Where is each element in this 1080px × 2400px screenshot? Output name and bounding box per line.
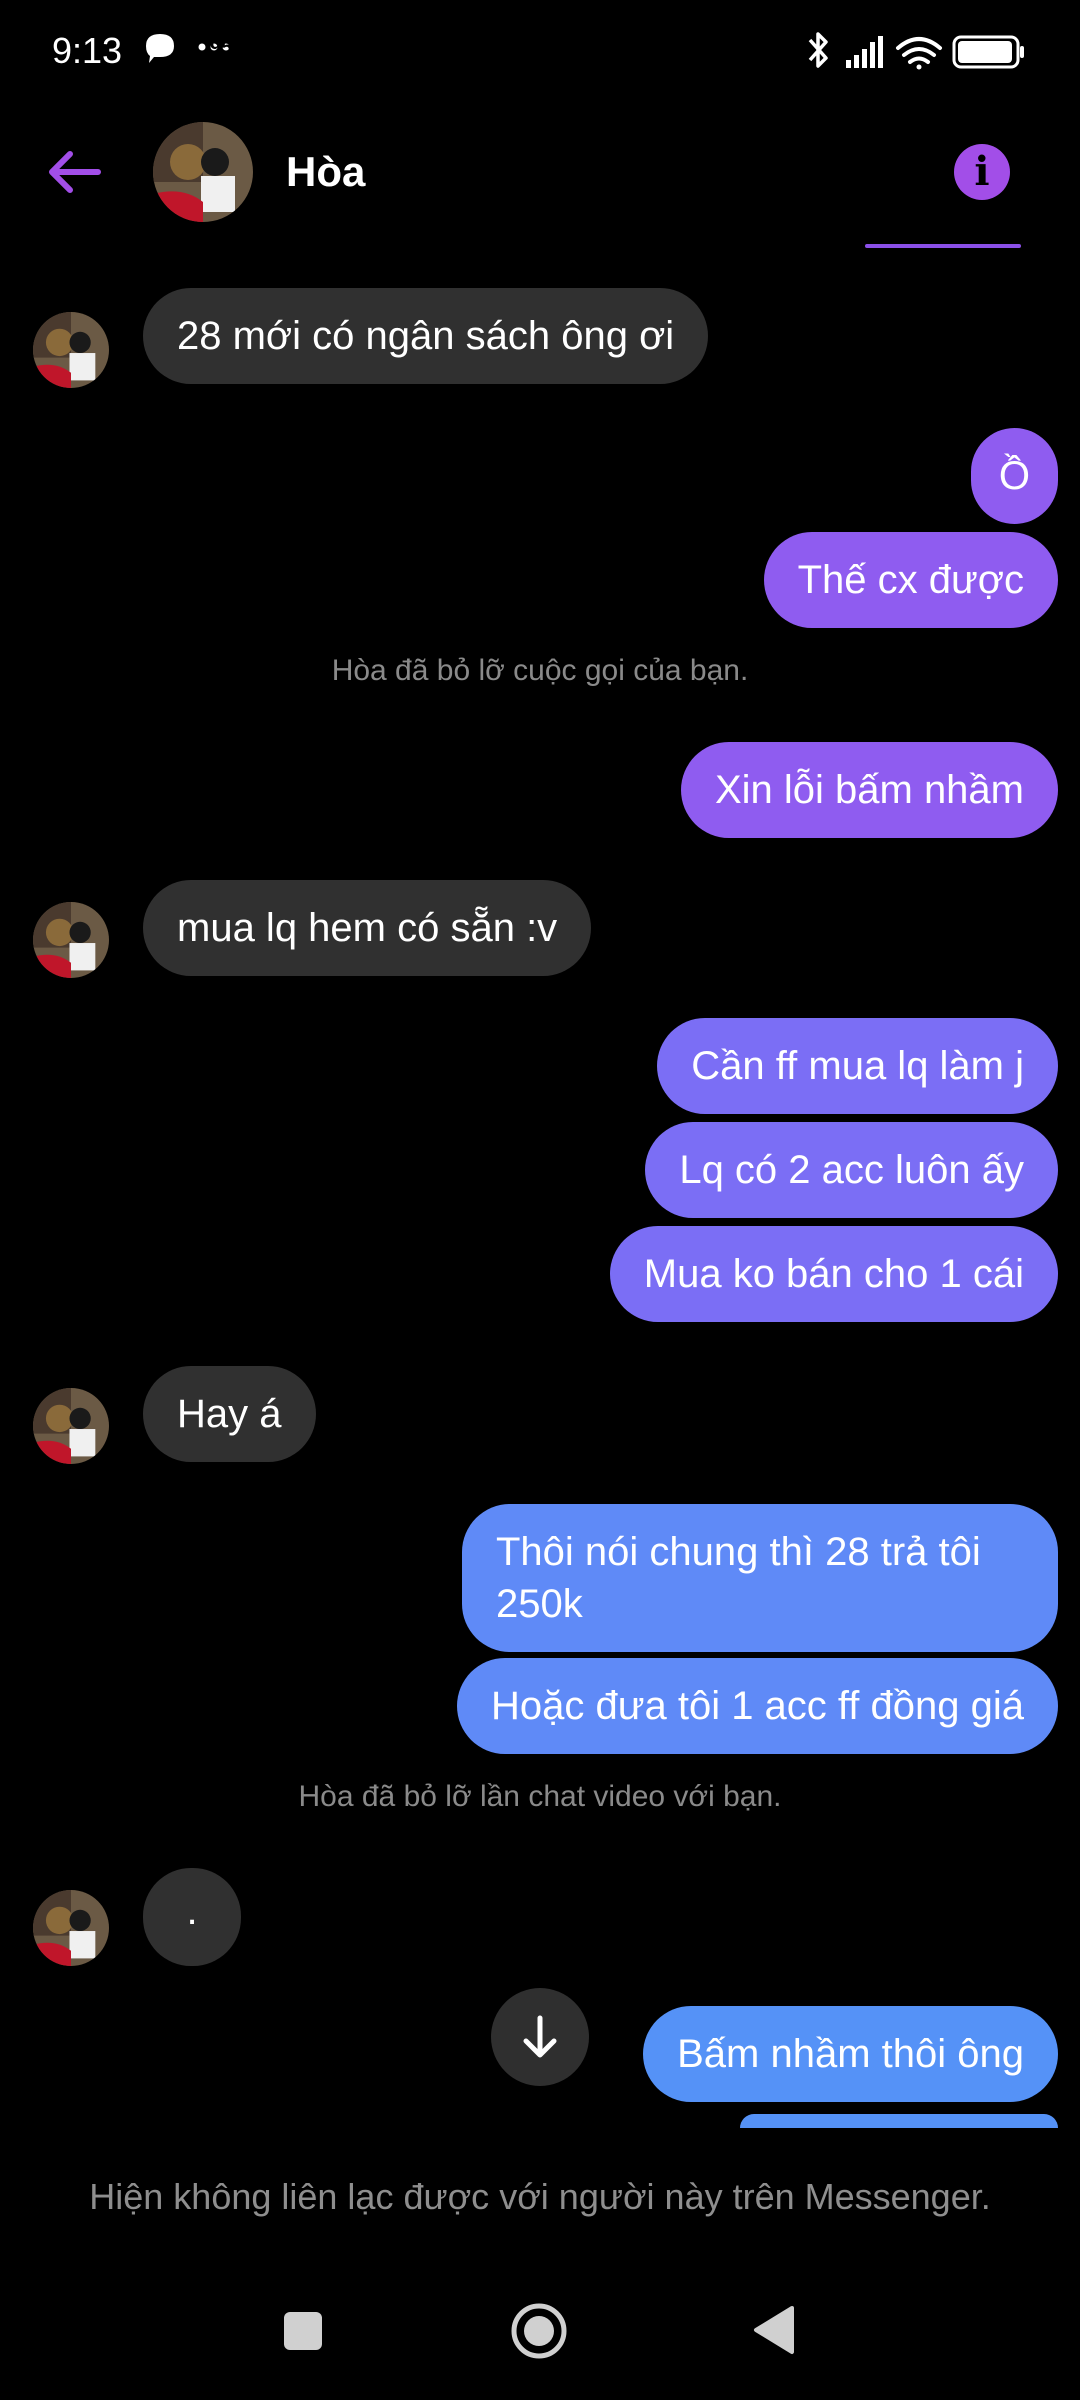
message-bubble-incoming[interactable]: 28 mới có ngân sách ông ơi: [143, 288, 709, 384]
sender-avatar[interactable]: [33, 312, 109, 388]
partial-bubble-edge: [740, 2114, 1058, 2128]
message-bubble-outgoing[interactable]: Mua ko bán cho 1 cái: [609, 1226, 1058, 1322]
chat-bubble-icon: [146, 34, 174, 63]
message-bubble-outgoing[interactable]: Xin lỗi bấm nhầm: [680, 742, 1058, 838]
system-notice: Hòa đã bỏ lỡ lần chat video với bạn.: [298, 1780, 782, 1813]
message-bubble-outgoing[interactable]: Cần ff mua lq làm j: [657, 1018, 1058, 1114]
recent-apps-button[interactable]: [284, 2312, 322, 2350]
message-bubble-outgoing[interactable]: Ồ: [970, 428, 1058, 524]
message-bubble-incoming[interactable]: Hay á: [143, 1366, 316, 1462]
info-icon: i: [974, 148, 990, 195]
message-bubble-outgoing[interactable]: Bấm nhầm thôi ông: [643, 2006, 1058, 2102]
wifi-icon: [896, 37, 942, 70]
status-time: 9:13: [52, 30, 123, 71]
message-bubble-outgoing[interactable]: Thế cx được: [763, 532, 1058, 628]
back-nav-button[interactable]: [752, 2304, 796, 2356]
info-button[interactable]: i: [954, 144, 1010, 200]
avatar-image: [33, 1388, 109, 1464]
avatar-image: [33, 902, 109, 978]
contact-name[interactable]: Hòa: [286, 148, 365, 196]
signal-icon: [846, 36, 883, 68]
scroll-to-bottom-button[interactable]: [491, 1988, 589, 2086]
message-bubble-incoming[interactable]: mua lq hem có sẵn :v: [143, 880, 592, 976]
back-arrow-icon[interactable]: [44, 140, 108, 204]
sender-avatar[interactable]: [33, 1890, 109, 1966]
avatar-image: [153, 122, 253, 222]
header-avatar[interactable]: [153, 122, 253, 222]
message-bubble-outgoing[interactable]: Hoặc đưa tôi 1 acc ff đồng giá: [456, 1658, 1058, 1754]
unavailable-notice: Hiện không liên lạc được với người này t…: [89, 2176, 991, 2217]
message-bubble-outgoing[interactable]: Lq có 2 acc luôn ấy: [645, 1122, 1058, 1218]
status-right-icons: [808, 32, 1024, 70]
battery-icon: [952, 35, 1024, 69]
arrow-down-icon: [523, 2015, 557, 2058]
sender-avatar[interactable]: [33, 1388, 109, 1464]
partial-bubble-edge: [865, 244, 1021, 248]
battery-level: 95: [209, 37, 233, 59]
bluetooth-icon: [808, 32, 828, 68]
home-button[interactable]: [510, 2302, 568, 2360]
sender-avatar[interactable]: [33, 902, 109, 978]
avatar-image: [33, 1890, 109, 1966]
message-bubble-incoming[interactable]: .: [143, 1868, 241, 1966]
system-notice: Hòa đã bỏ lỡ cuộc gọi của bạn.: [331, 654, 749, 687]
message-bubble-outgoing[interactable]: Thôi nói chung thì 28 trả tôi 250k: [462, 1504, 1058, 1652]
avatar-image: [33, 312, 109, 388]
